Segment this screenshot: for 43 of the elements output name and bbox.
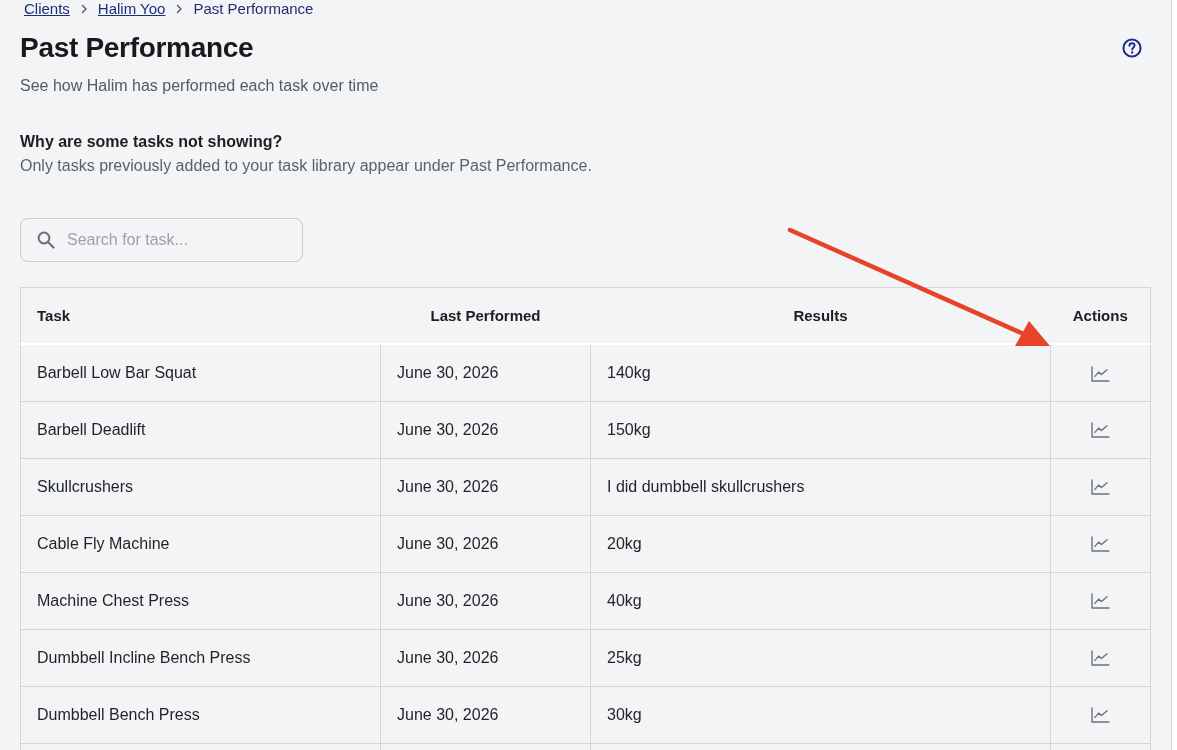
- line-chart-icon[interactable]: [1091, 365, 1110, 382]
- table-cell: Barbell Low Bar Squat: [20, 344, 381, 401]
- table-cell: 40kg: [590, 572, 1051, 629]
- column-header: Actions: [1072, 307, 1128, 324]
- table-cell: June 30, 2026: [380, 515, 591, 572]
- table-cell: I did dumbbell skullcrushers: [590, 458, 1051, 515]
- table-cell: 25kg: [590, 629, 1051, 686]
- column-header: Task: [37, 307, 71, 324]
- search-icon: [37, 231, 55, 249]
- table-cell: Barbell Deadlift: [20, 401, 381, 458]
- table-cell: June 30, 2026: [380, 686, 591, 743]
- page-subtitle: See how Halim has performed each task over time: [20, 76, 380, 96]
- line-chart-icon[interactable]: [1091, 650, 1110, 667]
- notice-text: Only tasks previously added to your task library appear under Past Performance.: [20, 156, 593, 176]
- breadcrumb-link[interactable]: Clients: [24, 0, 70, 18]
- table-cell: Dumbbell Bench Press: [20, 686, 381, 743]
- table-cell: Machine Chest Press: [20, 572, 381, 629]
- table-cell: June 30, 2026: [380, 458, 591, 515]
- notice-heading: Why are some tasks not showing?: [20, 132, 284, 152]
- chevron-right-icon: [175, 4, 184, 14]
- table-cell: 30kg: [590, 686, 1051, 743]
- column-header: Last Performed: [430, 307, 541, 324]
- column-header: Results: [793, 307, 848, 324]
- table-cell: 20kg: [590, 515, 1051, 572]
- table-cell: June 30, 2026: [380, 572, 591, 629]
- chevron-right-icon: [79, 4, 88, 14]
- line-chart-icon[interactable]: [1091, 707, 1110, 724]
- table-cell: June 30, 2026: [380, 344, 591, 401]
- table-cell: Skullcrushers: [20, 458, 381, 515]
- table-cell: 150kg: [590, 401, 1051, 458]
- table-cell: June 30, 2026: [380, 401, 591, 458]
- breadcrumb-link[interactable]: Halim Yoo: [97, 0, 166, 18]
- line-chart-icon[interactable]: [1091, 422, 1110, 439]
- table-cell: June 30, 2026: [380, 629, 591, 686]
- line-chart-icon[interactable]: [1091, 479, 1110, 496]
- page-title: Past Performance: [20, 31, 254, 65]
- table-cell: Cable Fly Machine: [20, 515, 381, 572]
- table-cell: Dumbbell Incline Bench Press: [20, 629, 381, 686]
- help-icon[interactable]: [1122, 38, 1142, 58]
- line-chart-icon[interactable]: [1091, 593, 1110, 610]
- search-field[interactable]: Search for task...: [20, 218, 303, 262]
- breadcrumb-current: Past Performance: [193, 0, 314, 18]
- line-chart-icon[interactable]: [1091, 536, 1110, 553]
